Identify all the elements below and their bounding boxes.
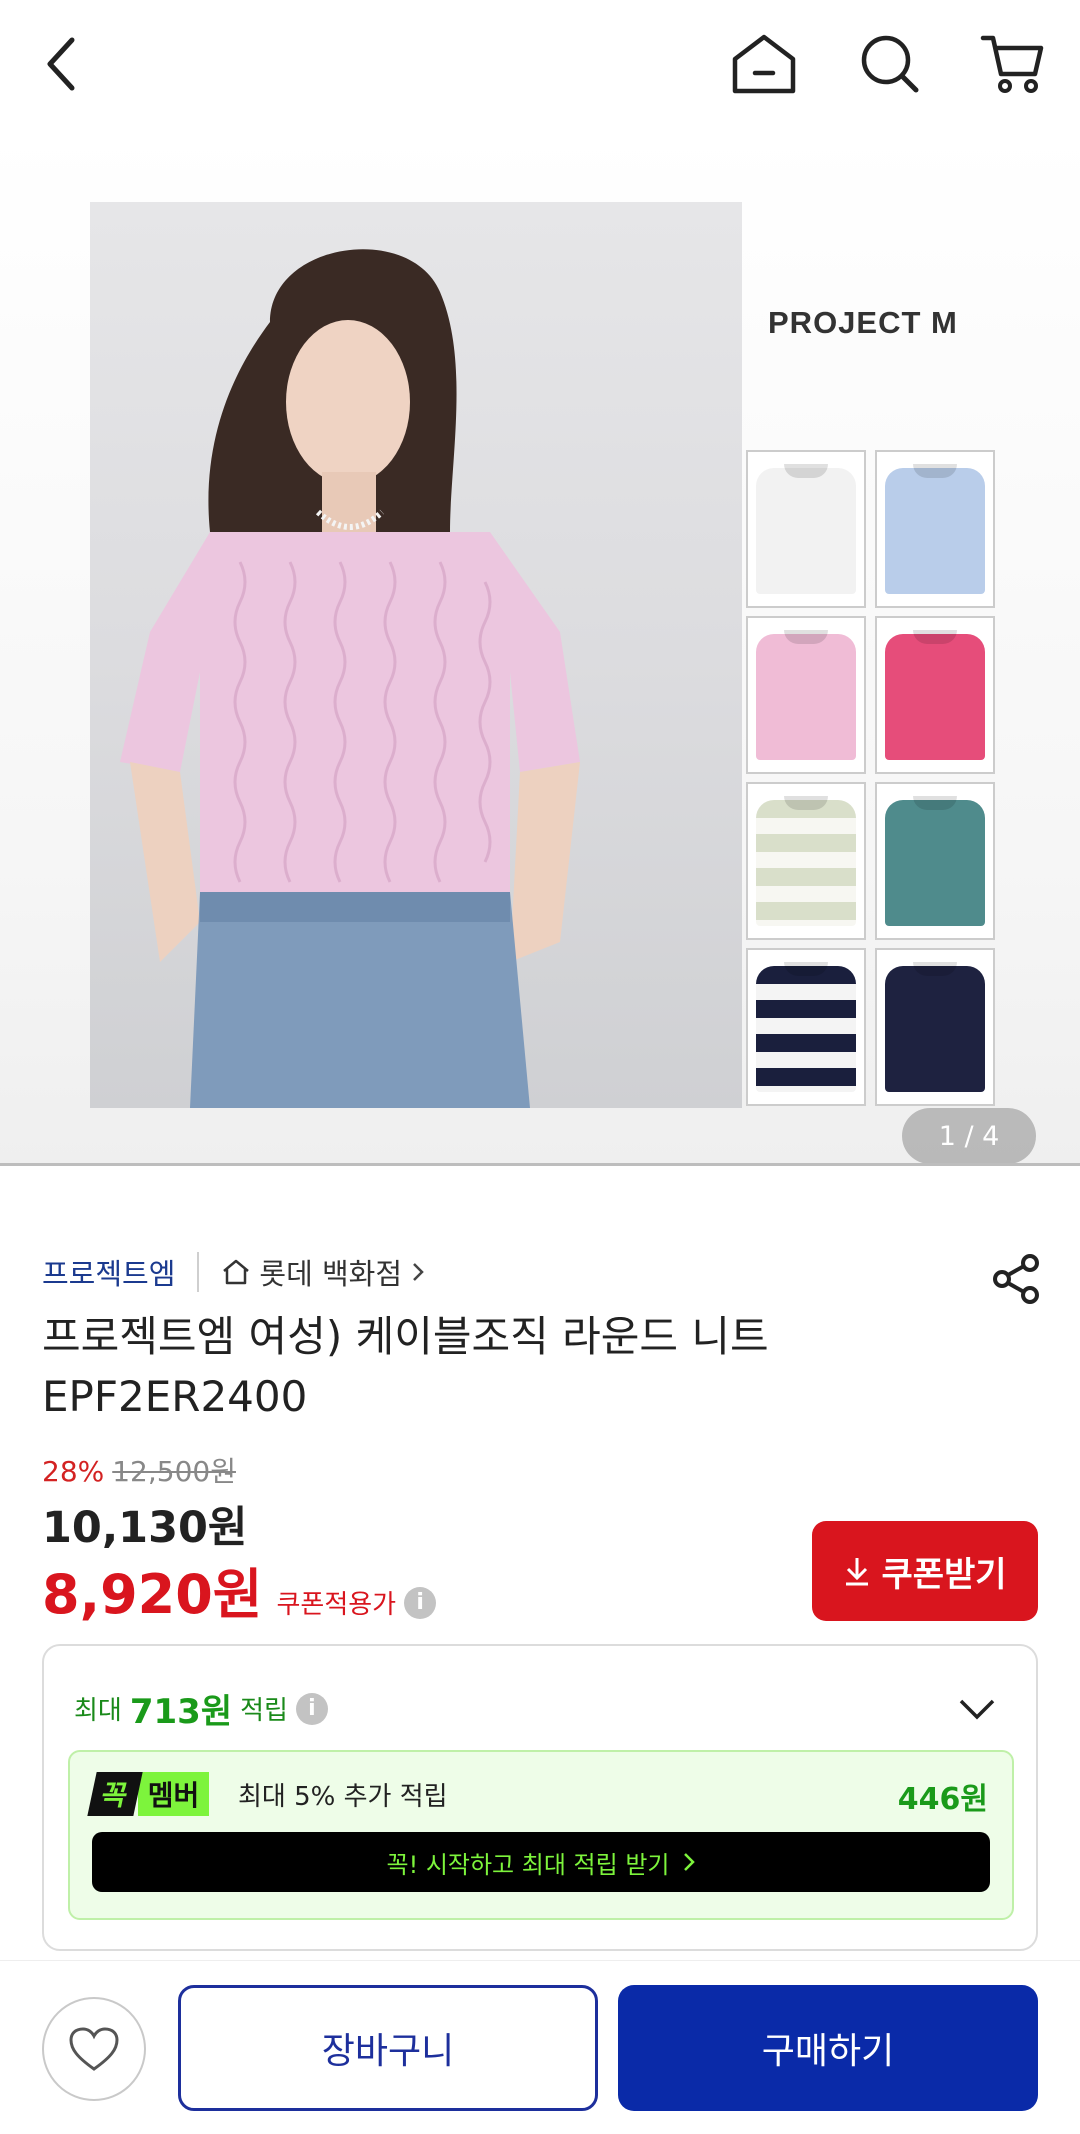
- discount-rate: 28%: [42, 1455, 105, 1488]
- heart-icon: [69, 2027, 119, 2071]
- coupon-price: 8,920원: [42, 1563, 263, 1626]
- chevron-right-icon: [413, 1263, 424, 1281]
- wishlist-button[interactable]: [42, 1997, 146, 2101]
- store-home-icon: [223, 1259, 250, 1285]
- home-icon[interactable]: [724, 24, 804, 104]
- points-amount: 713원: [129, 1692, 233, 1732]
- max-points-row[interactable]: 최대 713원 적립 i: [74, 1684, 328, 1733]
- discount-row: 28% 12,500원: [42, 1450, 236, 1490]
- download-icon: [846, 1558, 869, 1586]
- color-swatch: [875, 616, 995, 774]
- member-badge-left: 꼭: [87, 1772, 143, 1816]
- search-icon[interactable]: [850, 24, 930, 104]
- add-to-cart-button[interactable]: 장바구니: [178, 1985, 598, 2111]
- gallery-divider: [0, 1163, 1080, 1166]
- original-price: 12,500원: [112, 1455, 236, 1488]
- points-prefix: 최대: [74, 1696, 122, 1726]
- cart-icon[interactable]: [972, 24, 1052, 104]
- chevron-down-icon[interactable]: [952, 1684, 1002, 1734]
- member-badge-right: 멤버: [137, 1772, 210, 1816]
- brand-divider: [197, 1252, 200, 1292]
- page-indicator: 1 / 4: [902, 1108, 1036, 1164]
- top-bar: [0, 0, 1080, 130]
- bottom-action-bar: 장바구니 구매하기: [0, 1960, 1080, 2134]
- color-swatch: [746, 450, 866, 608]
- points-suffix: 적립: [240, 1696, 288, 1726]
- coupon-download-button[interactable]: 쿠폰받기: [812, 1521, 1038, 1621]
- color-swatch: [746, 782, 866, 940]
- member-signup-button[interactable]: 꼭! 시작하고 최대 적립 받기: [92, 1832, 990, 1892]
- brand-row: 프로젝트엠 롯데 백화점: [42, 1247, 426, 1297]
- swatch-tee: [756, 634, 856, 760]
- brand-watermark: PROJECT M: [768, 305, 958, 340]
- coupon-note: 쿠폰적용가 i: [277, 1584, 437, 1621]
- swatch-tee: [756, 468, 856, 594]
- color-swatch: [746, 616, 866, 774]
- chevron-right-icon: [683, 1853, 695, 1871]
- product-model-photo: [90, 202, 742, 1108]
- store-link[interactable]: 롯데 백화점: [221, 1251, 426, 1293]
- sale-price: 10,130원: [42, 1503, 248, 1553]
- swatch-tee: [885, 468, 985, 594]
- info-icon[interactable]: i: [404, 1586, 437, 1619]
- member-signup-label: 꼭! 시작하고 최대 적립 받기: [386, 1850, 670, 1879]
- coupon-button-label: 쿠폰받기: [881, 1554, 1007, 1595]
- member-benefit-text: 최대 5% 추가 적립: [238, 1782, 448, 1812]
- member-badge: 꼭 멤버: [87, 1772, 210, 1816]
- buy-now-button[interactable]: 구매하기: [618, 1985, 1038, 2111]
- product-title: 프로젝트엠 여성) 케이블조직 라운드 니트 EPF2ER2400: [42, 1312, 769, 1421]
- store-name: 롯데 백화점: [259, 1257, 403, 1291]
- swatch-tee: [885, 966, 985, 1092]
- product-image-gallery[interactable]: PROJECT M 1 / 4: [0, 130, 1080, 1166]
- color-swatch: [875, 948, 995, 1106]
- brand-link[interactable]: 프로젝트엠: [42, 1251, 175, 1293]
- color-swatch: [746, 948, 866, 1106]
- member-benefit-amount: 446원: [897, 1782, 988, 1817]
- swatch-tee: [885, 800, 985, 926]
- share-icon[interactable]: [984, 1247, 1048, 1311]
- coupon-note-label: 쿠폰적용가: [276, 1590, 397, 1620]
- color-swatch-grid: [746, 450, 996, 1106]
- points-box: 최대 713원 적립 i 꼭 멤버 최대 5% 추가 적립 446원 꼭! 시작…: [42, 1644, 1038, 1951]
- back-icon[interactable]: [22, 24, 102, 104]
- color-swatch: [875, 450, 995, 608]
- swatch-tee: [756, 800, 856, 926]
- product-page: PROJECT M 1 / 4 프로젝트엠 롯데 백화점 프로젝트엠 여성) 케…: [0, 0, 1080, 2134]
- swatch-tee: [756, 966, 856, 1092]
- swatch-tee: [885, 634, 985, 760]
- member-card: 꼭 멤버 최대 5% 추가 적립 446원 꼭! 시작하고 최대 적립 받기: [68, 1750, 1014, 1920]
- coupon-price-row: 8,920원 쿠폰적용가 i: [42, 1550, 437, 1629]
- points-info-icon[interactable]: i: [295, 1692, 328, 1725]
- color-swatch: [875, 782, 995, 940]
